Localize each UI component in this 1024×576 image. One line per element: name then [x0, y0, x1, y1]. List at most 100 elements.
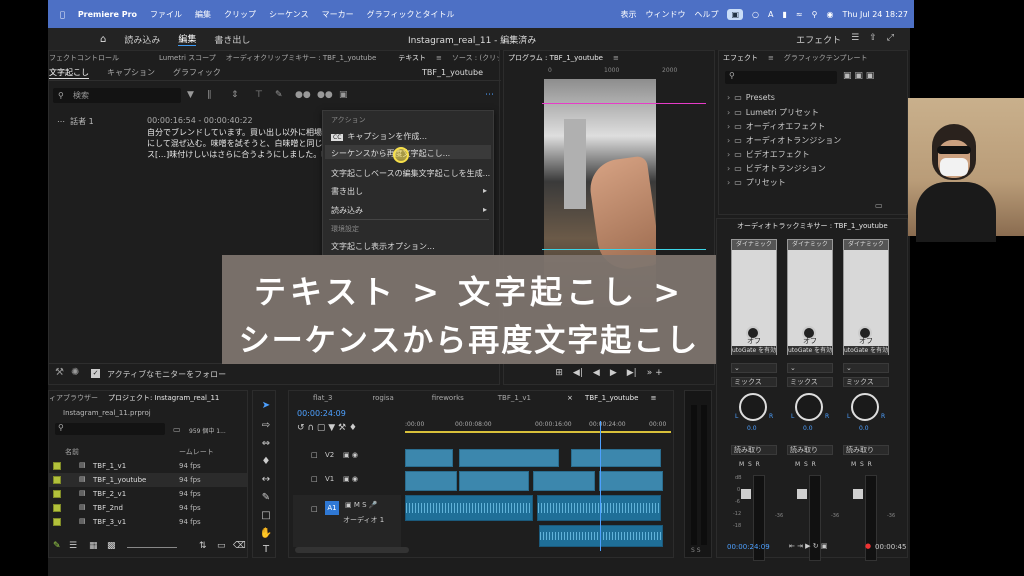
icon-view-icon[interactable]: ▦	[89, 541, 98, 551]
seq-tab-flat3[interactable]: flat_3	[313, 394, 332, 402]
control-center-icon[interactable]: ◉	[826, 10, 833, 19]
effects-folder-video-transitions[interactable]: › ▭ ビデオトランジション	[727, 163, 826, 174]
preset-filter-icons[interactable]: ▣ ▣ ▣	[843, 71, 874, 81]
tab-menu-icon[interactable]: ≡	[651, 394, 657, 402]
video-clip[interactable]	[459, 471, 529, 491]
seq-tab-rogisa[interactable]: rogisa	[372, 394, 393, 402]
freeform-view-icon[interactable]: ▩	[107, 541, 116, 551]
slip-tool-icon[interactable]: ↔	[259, 473, 273, 487]
selection-tool-icon[interactable]: ➤	[259, 399, 273, 413]
menu-export[interactable]: 書き出し	[331, 186, 363, 197]
audio-clip[interactable]	[405, 495, 533, 521]
fullscreen-icon[interactable]: ⤢	[887, 33, 894, 46]
forward-icon[interactable]: ▶|	[627, 368, 637, 378]
effects-folder-presets-jp[interactable]: › ▭ プリセット	[727, 177, 786, 188]
speaker-label[interactable]: ⋯ 話者 1	[57, 116, 94, 127]
send-select[interactable]: ミックス	[843, 377, 889, 387]
tab-project[interactable]: プロジェクト: Instagram_real_11	[108, 393, 219, 403]
autogate-label[interactable]: utoGate を有効	[732, 346, 776, 355]
effects-folder-presets[interactable]: › ▭ Presets	[727, 93, 775, 102]
program-title[interactable]: プログラム : TBF_1_youtube	[508, 53, 603, 63]
automation-select[interactable]: 読み取り	[787, 445, 833, 455]
tab-lumetri-scopes[interactable]: Lumetri スコープ	[159, 53, 216, 63]
battery-icon[interactable]: ▮	[783, 10, 787, 19]
speakers-icon[interactable]: ●●	[295, 90, 311, 100]
home-icon[interactable]: ⌂	[100, 34, 106, 45]
split-icon[interactable]: ∥	[207, 90, 212, 100]
menu-edit[interactable]: 編集	[195, 9, 211, 20]
seq-tab-tbf1v1[interactable]: TBF_1_v1	[498, 394, 531, 402]
lock-icon[interactable]: □	[311, 475, 318, 483]
workspace-import[interactable]: 読み込み	[124, 33, 160, 46]
sync-eye-icons[interactable]: ▣ ◉	[343, 451, 358, 459]
pan-knob[interactable]	[739, 393, 767, 421]
transcript-search-input[interactable]: ⚲ 検索	[53, 88, 181, 103]
pencil-icon[interactable]: ✎	[53, 541, 61, 551]
step-back-icon[interactable]: ◀|	[573, 368, 583, 378]
tab-menu-icon[interactable]: ≡	[768, 54, 774, 62]
speakers-alt-icon[interactable]: ●●	[317, 90, 333, 100]
seq-tab-tbf1youtube[interactable]: × TBF_1_youtube ≡	[557, 394, 657, 402]
autogate-label[interactable]: utoGate を有効	[844, 346, 888, 355]
mute-solo-record[interactable]: M S R	[795, 461, 816, 468]
fader-handle[interactable]	[853, 489, 863, 499]
tab-effects[interactable]: エフェクト	[723, 53, 758, 63]
pencil-icon[interactable]: ✎	[275, 90, 283, 100]
audio-clip[interactable]	[539, 525, 663, 547]
timeline-scrollbar[interactable]	[295, 547, 409, 553]
meter-solo-labels[interactable]: S S	[691, 547, 701, 554]
tab-effect-controls[interactable]: フェクトコントロール	[49, 53, 119, 63]
tab-audio-clip-mixer[interactable]: オーディオクリップミキサー : TBF_1_youtube	[226, 53, 377, 63]
video-clip[interactable]	[405, 449, 453, 467]
new-bin-icon[interactable]: ▭	[217, 541, 226, 551]
subtab-graphics[interactable]: グラフィック	[173, 67, 221, 78]
menu-retranscribe-sequence[interactable]: シーケンスから再度文字起こし...	[331, 148, 450, 159]
col-name[interactable]: 名前	[65, 447, 79, 457]
apple-icon[interactable]: 	[60, 10, 65, 19]
track-select-tool-icon[interactable]: ⇨	[259, 419, 273, 433]
menu-marker[interactable]: マーカー	[322, 9, 354, 20]
tab-media-browser[interactable]: ィアブラウザー	[49, 393, 98, 403]
subtab-transcript[interactable]: 文字起こし	[49, 67, 89, 79]
mixer-transport-icons[interactable]: ⇤ ⇥ ▶ ↻ ▣	[789, 542, 828, 550]
fader-handle[interactable]	[797, 489, 807, 499]
transcript-line[interactable]: にして混ぜ込む。味噌を試そうと、白味噌と同じ4	[147, 138, 328, 149]
effects-search-input[interactable]: ⚲	[725, 71, 837, 84]
filter-icon[interactable]: ▼	[187, 90, 194, 100]
msr-icons[interactable]: ▣ M S 🎤	[345, 501, 378, 509]
menu-file[interactable]: ファイル	[150, 9, 182, 20]
follow-monitor-checkbox[interactable]: ✓	[91, 369, 100, 378]
dynamics-label[interactable]: ダイナミック	[844, 240, 888, 250]
workspace-label[interactable]: エフェクト	[796, 33, 841, 46]
workspace-export[interactable]: 書き出し	[214, 33, 250, 46]
more-controls-icon[interactable]: » +	[647, 368, 663, 378]
menu-view[interactable]: 表示	[620, 9, 636, 20]
tab-graphic-templates[interactable]: グラフィックテンプレート	[784, 53, 868, 63]
menu-app[interactable]: Premiere Pro	[78, 10, 137, 19]
effects-folder-audio-transitions[interactable]: › ▭ オーディオトランジション	[727, 135, 841, 146]
col-framerate[interactable]: ームレート	[179, 447, 214, 457]
audio-clip[interactable]	[537, 495, 661, 521]
record-icon[interactable]: ●	[865, 542, 871, 550]
project-search-input[interactable]: ⚲	[55, 423, 165, 435]
wifi-icon[interactable]: ≈	[796, 10, 803, 19]
type-tool-icon[interactable]: T	[259, 543, 273, 557]
razor-tool-icon[interactable]: ♦	[259, 455, 273, 469]
effects-folder-video-effects[interactable]: › ▭ ビデオエフェクト	[727, 149, 810, 160]
sort-icon[interactable]: ⇅	[199, 541, 207, 551]
project-item[interactable]: ▤ TBF_2_v1 94 fps	[49, 487, 247, 501]
timeline-timecode[interactable]: 00:00:24:09	[297, 409, 346, 418]
video-clip[interactable]	[405, 471, 457, 491]
effects-folder-lumetri[interactable]: › ▭ Lumetri プリセット	[727, 107, 819, 118]
menu-generate-transcript[interactable]: 文字起こしベースの編集文字起こしを生成...	[331, 168, 490, 179]
input-icon[interactable]: A	[768, 10, 773, 19]
project-item[interactable]: ▤ TBF_3_v1 94 fps	[49, 515, 247, 529]
crop-icon[interactable]: ⊞	[555, 368, 563, 378]
menu-import[interactable]: 読み込み	[331, 205, 363, 216]
align-icon[interactable]: ⊤	[255, 90, 263, 100]
merge-icon[interactable]: ⇕	[231, 90, 239, 100]
seq-tab-fireworks[interactable]: fireworks	[432, 394, 464, 402]
track-name[interactable]: V2	[325, 451, 334, 459]
pen-tool-icon[interactable]: ✎	[259, 491, 273, 505]
menu-graphics[interactable]: グラフィックとタイトル	[367, 9, 455, 20]
